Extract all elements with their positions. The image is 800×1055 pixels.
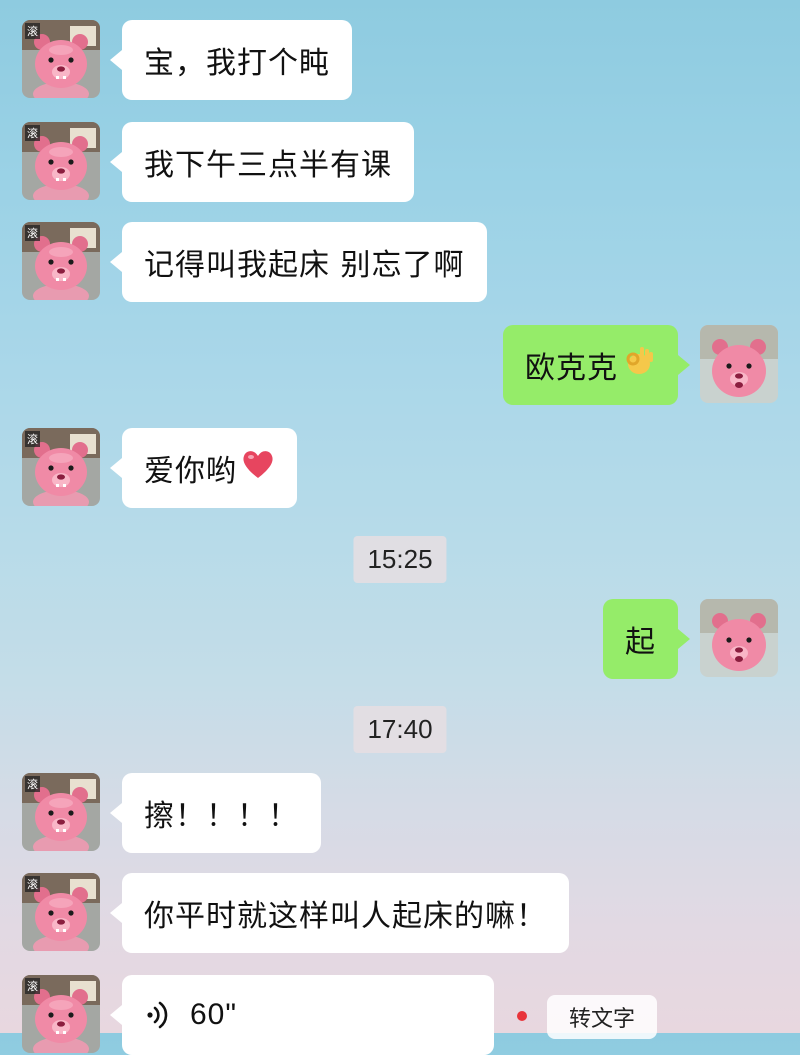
timestamp: 15:25 — [353, 536, 447, 583]
message-text: 起 — [625, 625, 656, 660]
voice-wave-icon — [144, 1000, 174, 1030]
unread-dot — [517, 1011, 527, 1021]
avatar[interactable]: 滚 — [22, 773, 100, 851]
voice-duration: 60" — [190, 998, 238, 1031]
avatar-badge: 滚 — [27, 226, 38, 240]
message-row: 滚 我下午三点半有课 — [22, 122, 414, 202]
message-text: 宝，我打个盹 — [144, 46, 330, 81]
avatar-badge: 滚 — [27, 777, 38, 791]
message-bubble[interactable]: 欧克克 — [503, 325, 690, 405]
avatar-badge: 滚 — [27, 979, 38, 993]
message-row: 滚 记得叫我起床 别忘了啊 — [22, 222, 487, 302]
message-bubble[interactable]: 记得叫我起床 别忘了啊 — [110, 222, 487, 302]
message-text: 我下午三点半有课 — [144, 148, 392, 183]
message-text: 你平时就这样叫人起床的嘛！ — [144, 899, 547, 934]
timestamp: 17:40 — [353, 706, 447, 753]
convert-to-text-button[interactable]: 转文字 — [547, 995, 657, 1039]
message-text: 爱你哟 — [144, 454, 237, 489]
message-row: 欧克克 — [503, 325, 778, 405]
avatar[interactable]: 滚 — [22, 122, 100, 200]
avatar-badge: 滚 — [27, 24, 38, 38]
ok-hand-emoji — [622, 344, 656, 386]
message-text: 擦！！！！ — [144, 799, 299, 834]
avatar[interactable] — [700, 325, 778, 403]
avatar[interactable]: 滚 — [22, 428, 100, 506]
message-row: 滚 宝，我打个盹 — [22, 20, 352, 100]
message-row: 起 — [603, 599, 778, 679]
message-row: 滚 60" — [22, 975, 494, 1055]
message-text: 欧克克 — [525, 351, 618, 386]
avatar[interactable]: 滚 — [22, 222, 100, 300]
message-row: 滚 擦！！！！ — [22, 773, 321, 853]
voice-message-bubble[interactable]: 60" — [110, 975, 494, 1055]
avatar[interactable] — [700, 599, 778, 677]
message-row: 滚 你平时就这样叫人起床的嘛！ — [22, 873, 569, 953]
avatar-badge: 滚 — [27, 877, 38, 891]
message-bubble[interactable]: 你平时就这样叫人起床的嘛！ — [110, 873, 569, 953]
avatar[interactable]: 滚 — [22, 873, 100, 951]
avatar-badge: 滚 — [27, 432, 38, 446]
avatar[interactable]: 滚 — [22, 20, 100, 98]
message-bubble[interactable]: 擦！！！！ — [110, 773, 321, 853]
message-bubble[interactable]: 我下午三点半有课 — [110, 122, 414, 202]
avatar-badge: 滚 — [27, 126, 38, 140]
message-bubble[interactable]: 起 — [603, 599, 690, 679]
message-bubble[interactable]: 爱你哟 — [110, 428, 297, 508]
message-bubble[interactable]: 宝，我打个盹 — [110, 20, 352, 100]
red-heart-emoji — [241, 448, 275, 488]
avatar[interactable]: 滚 — [22, 975, 100, 1053]
message-row: 滚 爱你哟 — [22, 428, 297, 508]
message-text: 记得叫我起床 别忘了啊 — [144, 248, 465, 283]
